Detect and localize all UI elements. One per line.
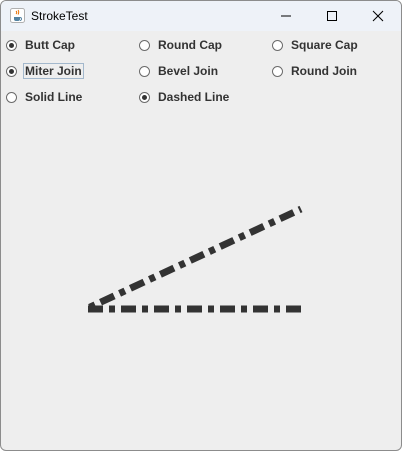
options-panel: Butt Cap Round Cap Square Cap Miter Join… bbox=[1, 31, 401, 450]
radio-label: Dashed Line bbox=[158, 90, 230, 104]
solid-line-radio[interactable]: Solid Line bbox=[6, 88, 84, 106]
close-icon bbox=[372, 10, 384, 22]
window-title: StrokeTest bbox=[31, 9, 88, 23]
title-bar[interactable]: StrokeTest bbox=[1, 1, 401, 31]
dashed-line-radio[interactable]: Dashed Line bbox=[139, 88, 231, 106]
round-join-radio[interactable]: Round Join bbox=[272, 62, 359, 80]
radio-indicator bbox=[139, 91, 150, 103]
minimize-icon bbox=[281, 15, 291, 17]
maximize-button[interactable] bbox=[309, 1, 355, 31]
radio-label: Miter Join bbox=[23, 63, 84, 79]
minimize-button[interactable] bbox=[263, 1, 309, 31]
radio-indicator bbox=[139, 39, 150, 51]
close-button[interactable] bbox=[355, 1, 401, 31]
radio-indicator bbox=[272, 65, 283, 77]
bevel-join-radio[interactable]: Bevel Join bbox=[139, 62, 220, 80]
round-cap-radio[interactable]: Round Cap bbox=[139, 36, 224, 54]
radio-label: Butt Cap bbox=[25, 38, 75, 52]
miter-join-radio[interactable]: Miter Join bbox=[6, 62, 84, 80]
butt-cap-radio[interactable]: Butt Cap bbox=[6, 36, 77, 54]
radio-label: Round Cap bbox=[158, 38, 222, 52]
stroke-test-window: StrokeTest Butt Cap Round Cap Square Cap… bbox=[0, 0, 402, 451]
radio-indicator bbox=[139, 65, 150, 77]
radio-label: Square Cap bbox=[291, 38, 358, 52]
stroke-canvas bbox=[70, 205, 303, 313]
radio-label: Bevel Join bbox=[158, 64, 219, 78]
stroke-path bbox=[70, 205, 303, 313]
radio-indicator bbox=[272, 39, 283, 51]
radio-indicator bbox=[6, 39, 17, 51]
java-cup-icon bbox=[10, 8, 25, 23]
radio-indicator bbox=[6, 65, 17, 77]
radio-label: Round Join bbox=[291, 64, 357, 78]
radio-label: Solid Line bbox=[25, 90, 83, 104]
maximize-icon bbox=[327, 11, 337, 21]
radio-indicator bbox=[6, 91, 17, 103]
square-cap-radio[interactable]: Square Cap bbox=[272, 36, 360, 54]
